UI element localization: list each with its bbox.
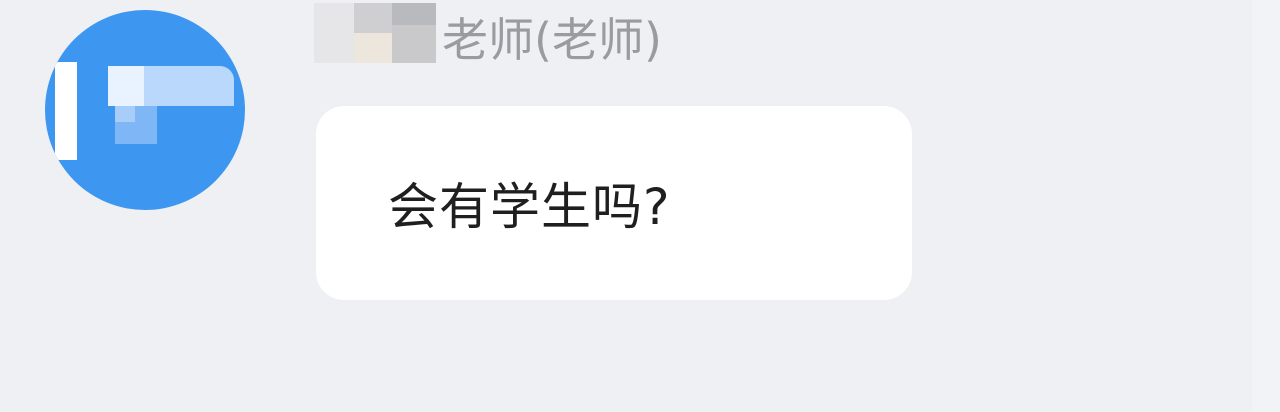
sender-row: 老师(老师) bbox=[314, 0, 662, 80]
sender-name: 老师(老师) bbox=[442, 13, 662, 67]
avatar[interactable] bbox=[45, 10, 245, 210]
window-edge bbox=[1252, 0, 1280, 412]
avatar-logo-icon bbox=[55, 62, 77, 160]
message-bubble[interactable]: 会有学生吗? bbox=[316, 106, 912, 300]
redacted-name-mosaic bbox=[314, 3, 436, 67]
avatar-logo-block bbox=[115, 106, 135, 122]
message-text: 会有学生吗? bbox=[388, 178, 671, 236]
avatar-logo-block bbox=[108, 66, 144, 106]
